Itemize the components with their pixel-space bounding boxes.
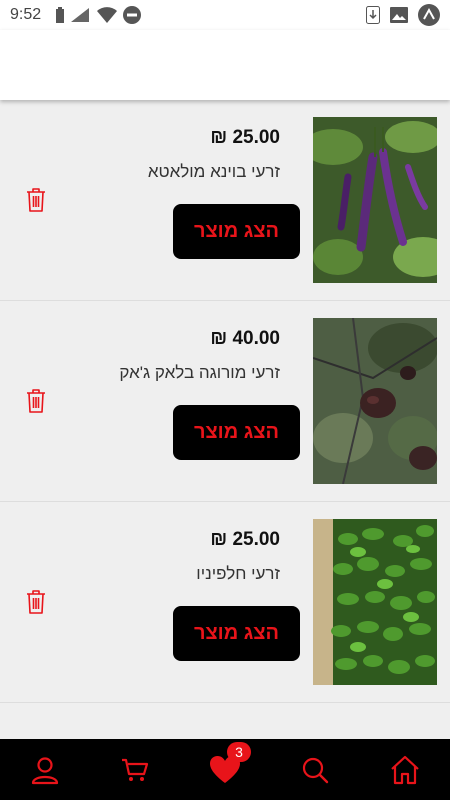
product-image-jalapeno[interactable] xyxy=(313,519,437,685)
product-name: זרעי חלפיניו xyxy=(196,564,280,583)
list-item: 25.00 ₪ זרעי בוינא מולאטא הצג מוצר xyxy=(0,100,450,301)
list-item: 40.00 ₪ זרעי מורוגה בלאק ג'אק הצג מוצר xyxy=(0,301,450,502)
bottom-tab-bar: 3 xyxy=(0,739,450,800)
app-notification-icon xyxy=(418,4,440,26)
image-icon xyxy=(390,7,408,23)
tab-search[interactable] xyxy=(293,748,337,792)
trash-icon[interactable] xyxy=(24,187,48,213)
wifi-icon xyxy=(97,7,118,23)
signal-icon xyxy=(71,8,90,22)
show-product-button[interactable]: הצג מוצר xyxy=(173,606,300,661)
favorites-count-badge: 3 xyxy=(227,741,251,762)
trash-icon[interactable] xyxy=(24,589,48,615)
product-price: 25.00 ₪ xyxy=(210,127,280,148)
tab-cart[interactable] xyxy=(113,748,157,792)
profile-icon xyxy=(31,756,59,784)
do-not-disturb-icon xyxy=(123,6,142,24)
app-header xyxy=(0,30,450,100)
download-icon xyxy=(366,6,380,24)
home-icon xyxy=(391,755,419,784)
list-item: 25.00 ₪ זרעי חלפיניו הצג מוצר xyxy=(0,502,450,703)
cart-icon xyxy=(122,758,149,781)
search-icon xyxy=(302,757,329,783)
status-time: 9:52 xyxy=(10,6,42,23)
tab-home[interactable] xyxy=(383,748,427,792)
trash-icon[interactable] xyxy=(24,388,48,414)
status-bar: 9:52 xyxy=(0,0,450,30)
battery-icon xyxy=(56,7,65,23)
tab-favorites[interactable]: 3 xyxy=(203,741,251,792)
favorites-list: 25.00 ₪ זרעי בוינא מולאטא הצג מוצר 40.00… xyxy=(0,100,450,703)
show-product-button[interactable]: הצג מוצר xyxy=(173,405,300,460)
product-name: זרעי בוינא מולאטא xyxy=(147,162,280,181)
tab-profile[interactable] xyxy=(23,748,67,792)
product-name: זרעי מורוגה בלאק ג'אק xyxy=(119,363,280,382)
show-product-button[interactable]: הצג מוצר xyxy=(173,204,300,259)
product-image-purple-pepper[interactable] xyxy=(313,117,437,283)
product-price: 25.00 ₪ xyxy=(210,529,280,550)
product-price: 40.00 ₪ xyxy=(210,328,280,349)
product-image-black-jack-pepper[interactable] xyxy=(313,318,437,484)
